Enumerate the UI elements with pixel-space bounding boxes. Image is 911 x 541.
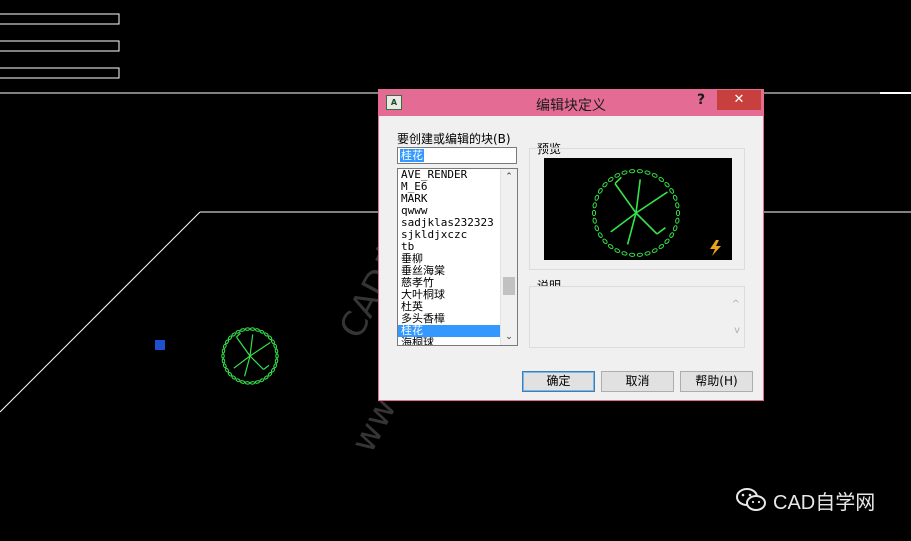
block-list-item[interactable]: 多头香樟 (398, 313, 500, 325)
cad-line-diagonal (0, 211, 201, 413)
desc-scroll-down-icon[interactable]: v (734, 325, 740, 336)
block-list-item[interactable]: 海桐球 (398, 337, 500, 345)
block-list-item[interactable]: 垂丝海棠 (398, 265, 500, 277)
block-list-item[interactable]: M_E6 (398, 181, 500, 193)
grip-point (155, 340, 165, 350)
help-icon[interactable]: ? (693, 92, 709, 110)
ok-button[interactable]: 确定 (522, 371, 595, 392)
block-list-item[interactable]: 垂柳 (398, 253, 500, 265)
block-list-items: AVE_RENDER M_E6 MARK qwww sadjklas232323 sjkl… (398, 169, 500, 345)
cad-zixuewang-logo: CAD自学网 (735, 486, 875, 514)
cancel-button[interactable]: 取消 (601, 371, 674, 392)
block-name-label: 要创建或编辑的块(B) (397, 132, 511, 146)
block-list-scrollbar[interactable]: ⌃ ⌄ (500, 169, 517, 345)
block-name-value: 桂花 (400, 149, 424, 162)
desc-scroll-up-icon[interactable]: ^ (732, 299, 740, 310)
wechat-icon (736, 488, 766, 511)
preview-drawing (591, 169, 721, 257)
block-list-item[interactable]: 大叶桐球 (398, 289, 500, 301)
logo-text: CAD自学网 (773, 491, 876, 514)
scroll-up-icon[interactable]: ⌃ (501, 169, 517, 185)
block-list-item[interactable]: sadjklas232323 (398, 217, 500, 229)
block-list-item[interactable]: 桂花 (398, 325, 500, 337)
block-list-item[interactable]: MARK (398, 193, 500, 205)
scroll-down-icon[interactable]: ⌄ (501, 329, 517, 345)
tree-block-symbol (221, 327, 279, 385)
scroll-thumb[interactable] (503, 277, 515, 295)
tree-block-symbol-preview (591, 169, 681, 257)
cad-rect-3 (0, 67, 120, 79)
edit-block-definition-dialog: A 编辑块定义 ? ✕ 要创建或编辑的块(B) 桂花 AVE_RENDER M_E… (378, 89, 764, 401)
description-field[interactable]: ^ v (529, 286, 745, 348)
cad-rect-1 (0, 13, 120, 25)
block-list-item[interactable]: 慈孝竹 (398, 277, 500, 289)
block-list-item[interactable]: sjkldjxczc (398, 229, 500, 241)
dialog-titlebar[interactable]: A 编辑块定义 ? ✕ (379, 90, 763, 116)
block-list-item[interactable]: tb (398, 241, 500, 253)
block-list[interactable]: AVE_RENDER M_E6 MARK qwww sadjklas232323 sjkl… (397, 168, 518, 346)
block-preview (544, 158, 732, 260)
help-button[interactable]: 帮助(H) (680, 371, 753, 392)
block-name-input[interactable]: 桂花 (397, 147, 517, 164)
close-button[interactable]: ✕ (717, 90, 761, 110)
cad-rect-2 (0, 40, 120, 52)
block-list-item[interactable]: AVE_RENDER (398, 169, 500, 181)
block-list-item[interactable]: qwww (398, 205, 500, 217)
lightning-icon (710, 240, 721, 256)
block-list-item[interactable]: 杜英 (398, 301, 500, 313)
